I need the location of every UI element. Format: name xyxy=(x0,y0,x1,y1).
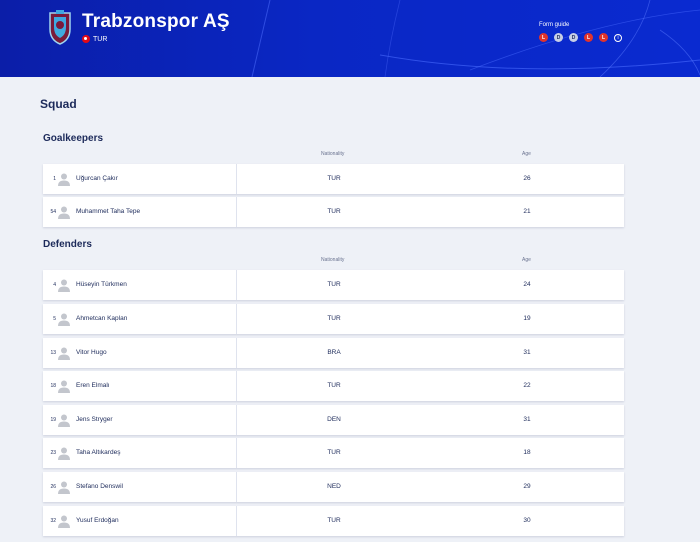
turkey-flag-icon xyxy=(82,35,90,43)
player-age: 31 xyxy=(523,416,531,423)
shirt-number: 54 xyxy=(50,209,56,215)
player-avatar-icon xyxy=(58,380,70,393)
player-nationality: TUR xyxy=(327,175,341,182)
player-row[interactable]: 26 Stefano Denswil NED 29 xyxy=(43,472,624,502)
player-avatar-icon xyxy=(58,279,70,292)
shirt-number: 26 xyxy=(50,484,56,490)
form-result-loss[interactable]: L xyxy=(584,33,593,42)
player-name[interactable]: Taha Altıkardeş xyxy=(76,449,120,456)
form-result-loss[interactable]: L xyxy=(539,33,548,42)
section-title-defenders: Defenders xyxy=(43,239,92,250)
player-nationality: BRA xyxy=(327,349,341,356)
player-avatar-icon xyxy=(58,515,70,528)
player-avatar-icon xyxy=(58,206,70,219)
player-avatar-icon xyxy=(58,173,70,186)
player-nationality: DEN xyxy=(327,416,341,423)
player-avatar-icon xyxy=(58,447,70,460)
shirt-number: 18 xyxy=(50,383,56,389)
player-name[interactable]: Stefano Denswil xyxy=(76,483,123,490)
player-row[interactable]: 18 Eren Elmalı TUR 22 xyxy=(43,371,624,401)
player-name[interactable]: Jens Stryger xyxy=(76,416,113,423)
player-avatar-icon xyxy=(58,347,70,360)
column-header-nationality: Nationality xyxy=(321,257,345,263)
player-age: 18 xyxy=(523,449,531,456)
player-age: 31 xyxy=(523,349,531,356)
row-divider xyxy=(236,164,237,194)
page-title: Squad xyxy=(40,97,77,111)
column-header-age: Age xyxy=(522,151,531,157)
row-divider xyxy=(236,371,237,401)
player-name[interactable]: Muhammet Taha Tepe xyxy=(76,208,140,215)
player-nationality: TUR xyxy=(327,382,341,389)
player-row[interactable]: 1 Uğurcan Çakır TUR 26 xyxy=(43,164,624,194)
player-nationality: NED xyxy=(327,483,341,490)
row-divider xyxy=(236,472,237,502)
row-divider xyxy=(236,304,237,334)
column-header-age: Age xyxy=(522,257,531,263)
team-country: TUR xyxy=(82,35,107,43)
player-age: 26 xyxy=(523,175,531,182)
row-divider xyxy=(236,197,237,227)
shirt-number: 1 xyxy=(53,176,56,182)
row-divider xyxy=(236,506,237,536)
player-row[interactable]: 13 Vitor Hugo BRA 31 xyxy=(43,338,624,368)
player-row[interactable]: 4 Hüseyin Türkmen TUR 24 xyxy=(43,270,624,300)
form-result-loss[interactable]: L xyxy=(599,33,608,42)
player-row[interactable]: 23 Taha Altıkardeş TUR 18 xyxy=(43,438,624,468)
player-row[interactable]: 19 Jens Stryger DEN 31 xyxy=(43,405,624,435)
form-guide-title: Form guide xyxy=(539,22,570,28)
player-age: 21 xyxy=(523,208,531,215)
player-avatar-icon xyxy=(58,313,70,326)
form-result-draw[interactable]: D xyxy=(569,33,578,42)
form-result-draw[interactable]: D xyxy=(554,33,563,42)
player-avatar-icon xyxy=(58,481,70,494)
player-nationality: TUR xyxy=(327,281,341,288)
info-icon[interactable]: i xyxy=(614,33,622,42)
shirt-number: 13 xyxy=(50,350,56,356)
shirt-number: 32 xyxy=(50,518,56,524)
player-row[interactable]: 5 Ahmetcan Kaplan TUR 19 xyxy=(43,304,624,334)
player-nationality: TUR xyxy=(327,208,341,215)
row-divider xyxy=(236,338,237,368)
team-crest-icon xyxy=(49,10,71,45)
row-divider xyxy=(236,405,237,435)
player-name[interactable]: Eren Elmalı xyxy=(76,382,110,389)
shirt-number: 5 xyxy=(53,316,56,322)
row-divider xyxy=(236,270,237,300)
shirt-number: 19 xyxy=(50,417,56,423)
player-age: 19 xyxy=(523,315,531,322)
row-divider xyxy=(236,438,237,468)
player-nationality: TUR xyxy=(327,517,341,524)
player-name[interactable]: Ahmetcan Kaplan xyxy=(76,315,127,322)
player-name[interactable]: Yusuf Erdoğan xyxy=(76,517,119,524)
team-name: Trabzonspor AŞ xyxy=(82,11,230,32)
player-age: 22 xyxy=(523,382,531,389)
column-header-nationality: Nationality xyxy=(321,151,345,157)
player-name[interactable]: Uğurcan Çakır xyxy=(76,175,118,182)
player-age: 24 xyxy=(523,281,531,288)
player-row[interactable]: 32 Yusuf Erdoğan TUR 30 xyxy=(43,506,624,536)
country-code: TUR xyxy=(93,35,108,43)
shirt-number: 4 xyxy=(53,282,56,288)
section-title-goalkeepers: Goalkeepers xyxy=(43,133,104,144)
shirt-number: 23 xyxy=(50,450,56,456)
team-header: Trabzonspor AŞ TUR Form guide L D D L L … xyxy=(0,0,700,77)
player-name[interactable]: Vitor Hugo xyxy=(76,349,107,356)
player-nationality: TUR xyxy=(327,449,341,456)
player-age: 29 xyxy=(523,483,531,490)
player-nationality: TUR xyxy=(327,315,341,322)
player-name[interactable]: Hüseyin Türkmen xyxy=(76,281,127,288)
player-age: 30 xyxy=(523,517,531,524)
player-row[interactable]: 54 Muhammet Taha Tepe TUR 21 xyxy=(43,197,624,227)
player-avatar-icon xyxy=(58,414,70,427)
form-guide: L D D L L i xyxy=(539,33,622,42)
